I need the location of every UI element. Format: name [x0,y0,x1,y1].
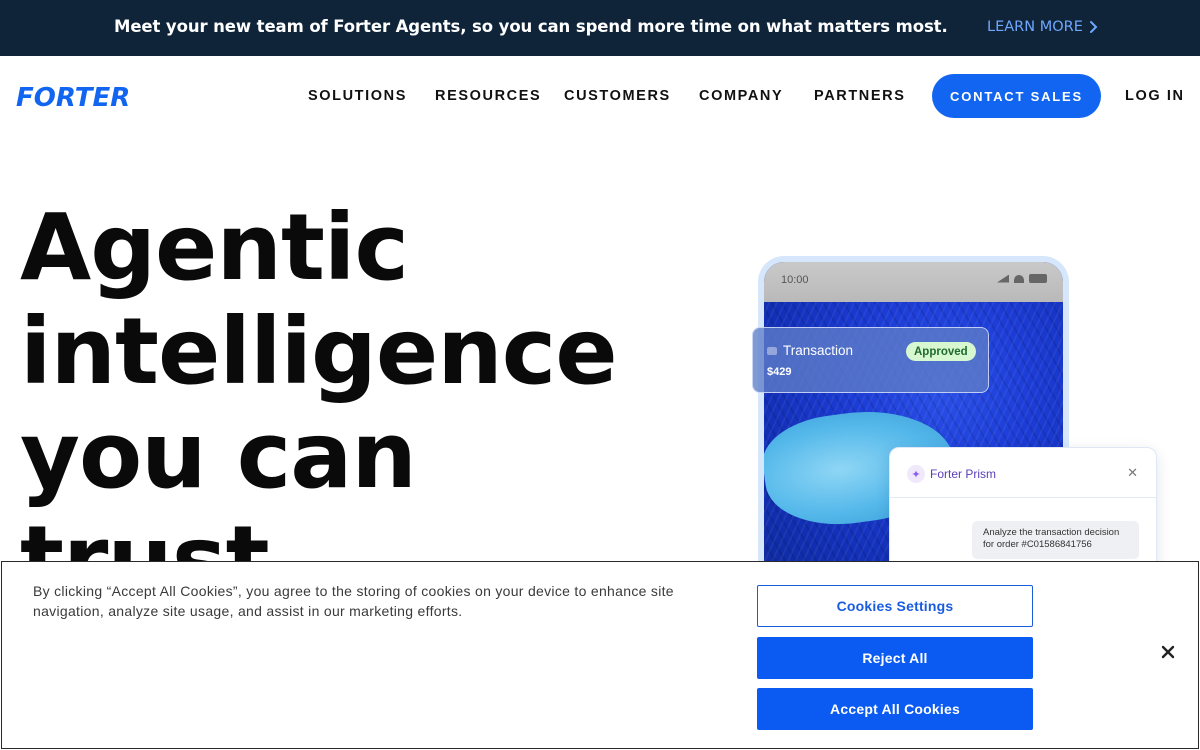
hero-line: you can [20,402,417,509]
login-link[interactable]: LOG IN [1125,88,1185,104]
contact-sales-button[interactable]: CONTACT SALES [932,74,1101,118]
phone-time: 10:00 [781,274,809,286]
transaction-amount: $429 [767,366,792,378]
nav-item-company[interactable]: COMPANY [699,88,783,104]
prism-header: ✦ Forter Prism ✕ [890,448,1156,498]
nav-item-solutions[interactable]: SOLUTIONS [308,88,407,104]
sparkle-icon: ✦ [907,465,925,483]
approved-badge: Approved [906,342,976,361]
prism-message: Analyze the transaction decision for ord… [972,521,1139,559]
close-icon: ✕ [1127,466,1138,481]
cookies-settings-button[interactable]: Cookies Settings [757,585,1033,627]
nav-item-partners[interactable]: PARTNERS [814,88,905,104]
transaction-card: Transaction $429 Approved [752,327,989,393]
signal-icon [997,274,1009,283]
nav-item-customers[interactable]: CUSTOMERS [564,88,671,104]
prism-name: Forter Prism [930,467,996,481]
hero-line: Agentic [20,194,409,301]
nav-item-resources[interactable]: RESOURCES [435,88,541,104]
hero-title: Agentic intelligence you can trust [20,196,640,612]
cookie-banner: By clicking “Accept All Cookies”, you ag… [1,561,1199,749]
forter-logo[interactable]: FORTER [16,83,138,111]
hero-line: intelligence [20,298,618,405]
accept-all-cookies-button[interactable]: Accept All Cookies [757,688,1033,730]
learn-more-link[interactable]: LEARN MORE [987,19,1098,35]
phone-status-icons [997,274,1047,283]
reject-all-button[interactable]: Reject All [757,637,1033,679]
main-nav: FORTER SOLUTIONS RESOURCES CUSTOMERS COM… [0,56,1200,136]
chevron-right-icon [1089,21,1098,33]
transaction-title: Transaction [783,343,854,358]
cookie-text: By clicking “Accept All Cookies”, you ag… [33,583,674,619]
logo-text: FORTER [16,83,130,111]
battery-icon [1029,274,1047,283]
learn-more-label: LEARN MORE [987,19,1083,35]
announcement-bar: Meet your new team of Forter Agents, so … [0,0,1200,56]
announcement-text: Meet your new team of Forter Agents, so … [114,17,948,36]
phone-status-bar: 10:00 [764,262,1063,302]
logo-mark: FORTER [16,83,130,111]
close-icon[interactable] [1158,642,1178,662]
card-icon [767,347,777,355]
wifi-icon [1014,274,1024,283]
